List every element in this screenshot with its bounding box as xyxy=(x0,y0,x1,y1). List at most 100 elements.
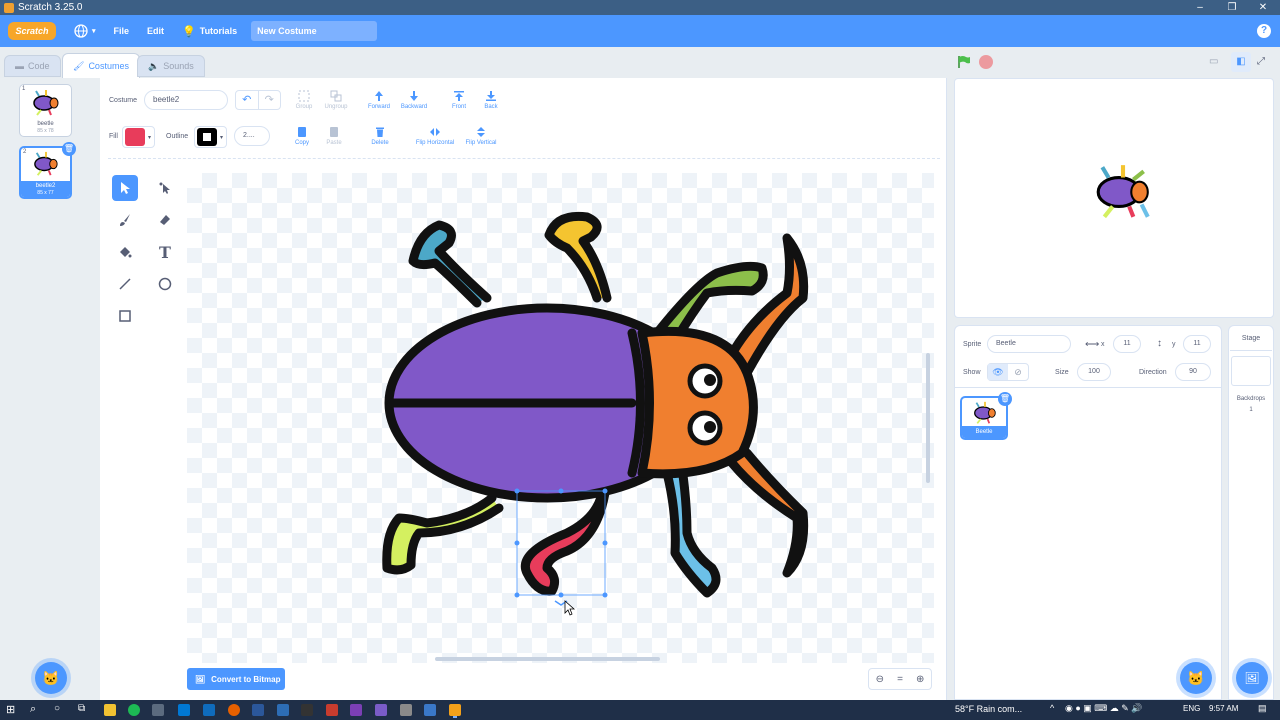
app-icon[interactable] xyxy=(424,704,436,716)
paste-button[interactable]: Paste xyxy=(322,126,346,146)
tab-costumes[interactable]: 🖌 Costumes xyxy=(62,53,140,78)
weather-widget[interactable]: 58°F Rain com... xyxy=(955,704,1022,714)
convert-to-bitmap-button[interactable]: 🖼 Convert to Bitmap xyxy=(187,668,285,690)
notification-icon[interactable]: ▤ xyxy=(1258,703,1267,714)
firefox-icon[interactable] xyxy=(228,704,240,716)
mail-icon[interactable] xyxy=(178,704,190,716)
rectangle-tool[interactable] xyxy=(112,303,138,329)
leg-top-left[interactable] xyxy=(408,220,492,308)
vertical-scrollbar[interactable] xyxy=(926,353,930,483)
choose-backdrop-button[interactable]: 🖼 xyxy=(1236,662,1268,694)
powerpoint-icon[interactable] xyxy=(326,704,338,716)
delete-button[interactable]: Delete xyxy=(367,126,393,146)
brush-tool[interactable] xyxy=(112,207,138,233)
leg-right-lower[interactable] xyxy=(727,448,809,578)
scratch-taskbar-icon[interactable] xyxy=(449,704,461,716)
fullscreen-icon[interactable]: ⤢ xyxy=(1257,56,1265,67)
paint-canvas[interactable] xyxy=(187,173,934,663)
cortana-icon[interactable]: ○ xyxy=(54,703,60,714)
windows-start-icon[interactable]: ⊞ xyxy=(6,703,15,716)
project-title-input[interactable]: New Costume xyxy=(251,21,378,41)
normal-stage-icon[interactable]: ◧ xyxy=(1231,52,1251,72)
forward-button[interactable]: Forward xyxy=(364,90,394,110)
eye-show-icon[interactable]: 👁 xyxy=(988,364,1008,380)
file-menu[interactable]: File xyxy=(114,26,130,36)
stop-icon[interactable] xyxy=(979,55,993,69)
line-tool[interactable] xyxy=(112,271,138,297)
onenote-icon[interactable] xyxy=(350,704,362,716)
scratch-logo[interactable]: Scratch xyxy=(8,22,56,40)
select-tool[interactable] xyxy=(112,175,138,201)
costume-name-input[interactable]: beetle2 xyxy=(144,90,228,110)
tab-code[interactable]: ▬ Code xyxy=(4,55,61,77)
sprite-name-input[interactable]: Beetle xyxy=(987,335,1071,353)
spotify-icon[interactable] xyxy=(128,704,140,716)
word-icon[interactable] xyxy=(252,704,264,716)
file-explorer-icon[interactable] xyxy=(104,704,116,716)
ungroup-button[interactable]: Ungroup xyxy=(320,90,352,110)
fill-tool[interactable] xyxy=(112,239,138,265)
choose-costume-button[interactable]: 🐱 xyxy=(35,662,67,694)
delete-sprite-icon[interactable]: 🗑 xyxy=(998,392,1012,406)
outline-color-picker[interactable]: ▾ xyxy=(194,126,227,148)
language-menu[interactable]: ▾ xyxy=(74,24,96,38)
outlook-icon[interactable] xyxy=(203,704,215,716)
fill-color-picker[interactable]: ▾ xyxy=(122,126,155,148)
chevron-up-icon[interactable]: ^ xyxy=(1050,703,1054,713)
app-icon[interactable] xyxy=(400,704,412,716)
leg-bottom-right[interactable] xyxy=(662,463,721,598)
visual-studio-icon[interactable] xyxy=(375,704,387,716)
front-button[interactable]: Front xyxy=(446,90,472,110)
task-view-icon[interactable]: ⧉ xyxy=(78,703,85,714)
search-icon[interactable]: ⌕ xyxy=(30,703,36,716)
back-button[interactable]: Back xyxy=(478,90,504,110)
undo-icon[interactable]: ↶ xyxy=(236,91,259,109)
maximize-icon[interactable]: ❐ xyxy=(1217,0,1247,15)
choose-sprite-button[interactable]: 🐱 xyxy=(1180,662,1212,694)
leg-bottom-red[interactable] xyxy=(521,488,610,596)
leg-bottom-left[interactable] xyxy=(382,493,504,575)
green-flag-icon[interactable] xyxy=(957,55,971,69)
costume-tile[interactable]: 1 beetle 85 x 78 xyxy=(19,84,72,137)
leg-top-middle[interactable] xyxy=(544,211,612,303)
minimize-icon[interactable]: – xyxy=(1185,0,1215,15)
terminal-icon[interactable] xyxy=(301,704,313,716)
close-icon[interactable]: ✕ xyxy=(1248,0,1278,15)
settings-app-icon[interactable] xyxy=(152,704,164,716)
beetle-head[interactable] xyxy=(637,326,758,479)
flip-vertical-button[interactable]: Flip Vertical xyxy=(462,126,500,146)
x-position-input[interactable]: 11 xyxy=(1113,335,1141,353)
circle-tool[interactable] xyxy=(152,271,178,297)
language-indicator[interactable]: ENG xyxy=(1183,704,1200,713)
stage-selector-panel[interactable]: Stage Backdrops 1 🖼 xyxy=(1228,325,1274,700)
flip-horizontal-button[interactable]: Flip Horizontal xyxy=(412,126,458,146)
stage[interactable] xyxy=(954,78,1274,318)
horizontal-scrollbar[interactable] xyxy=(435,657,660,661)
delete-costume-icon[interactable]: 🗑 xyxy=(62,142,76,156)
tutorials-button[interactable]: 💡 Tutorials xyxy=(182,25,237,38)
costume-tile-selected[interactable]: 2 beetle2 85 x 77 🗑 xyxy=(19,142,76,199)
zoom-out-icon[interactable]: ⊖ xyxy=(876,674,884,685)
small-stage-icon[interactable]: ▭ xyxy=(1209,56,1218,67)
text-tool[interactable]: T xyxy=(152,239,178,265)
redo-icon[interactable]: ↷ xyxy=(259,91,281,109)
clock[interactable]: 9:57 AM xyxy=(1209,704,1238,713)
backward-button[interactable]: Backward xyxy=(397,90,431,110)
copy-button[interactable]: Copy xyxy=(290,126,314,146)
beetle-drawing[interactable] xyxy=(187,173,934,663)
beetle-sprite-on-stage[interactable] xyxy=(1092,163,1154,221)
group-button[interactable]: Group xyxy=(290,90,318,110)
size-input[interactable]: 100 xyxy=(1077,363,1111,381)
help-icon[interactable]: ? xyxy=(1257,24,1271,38)
edit-menu[interactable]: Edit xyxy=(147,26,164,36)
eraser-tool[interactable] xyxy=(152,207,178,233)
app-icon[interactable] xyxy=(277,704,289,716)
backdrop-thumbnail[interactable] xyxy=(1231,356,1271,386)
eye-hide-icon[interactable]: ⊘ xyxy=(1008,364,1028,380)
direction-input[interactable]: 90 xyxy=(1175,363,1211,381)
zoom-reset-icon[interactable]: = xyxy=(897,674,903,685)
tray-icons[interactable]: ◉ ● ▣ ⌨ ☁ ✎ 🔊 xyxy=(1065,703,1143,714)
zoom-in-icon[interactable]: ⊕ xyxy=(916,674,924,685)
sprite-tile-selected[interactable]: Beetle 🗑 xyxy=(960,392,1012,440)
y-position-input[interactable]: 11 xyxy=(1183,335,1211,353)
